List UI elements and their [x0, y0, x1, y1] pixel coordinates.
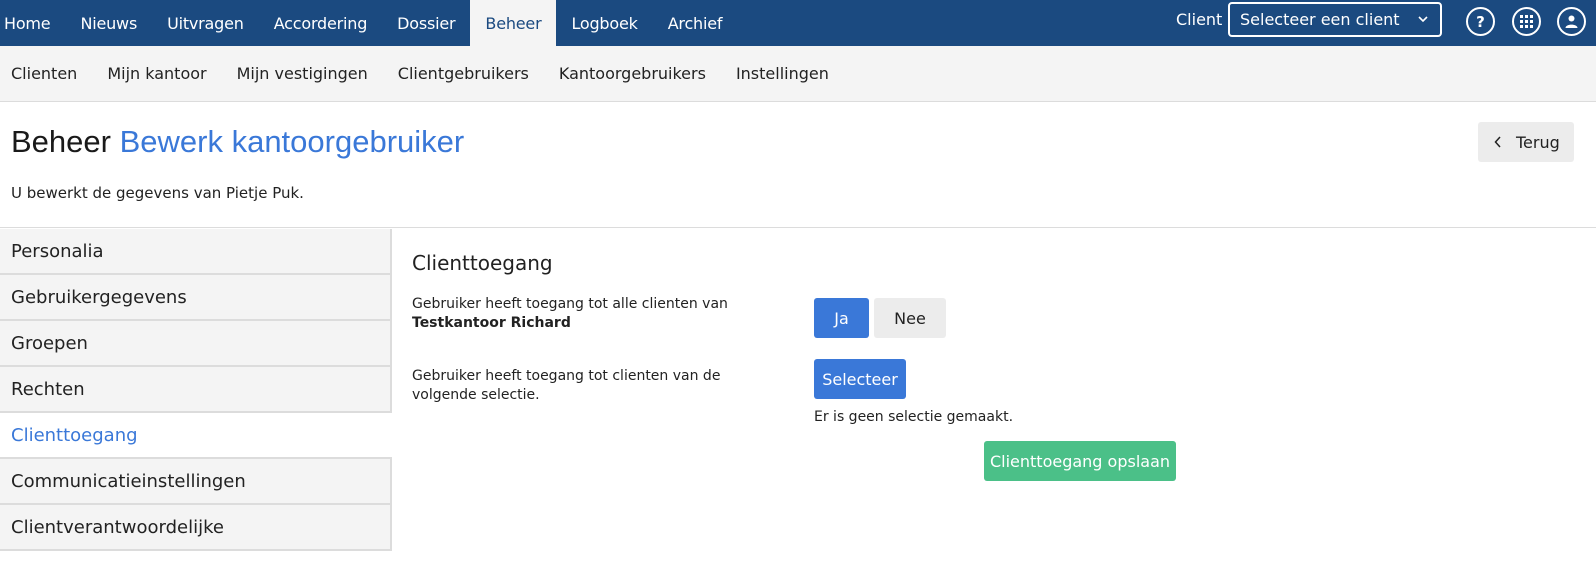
no-selection-text: Er is geen selectie gemaakt.	[814, 409, 1014, 425]
subnav-clientgebruikers[interactable]: Clientgebruikers	[383, 64, 544, 83]
sidebar-item-groepen[interactable]: Groepen	[0, 321, 392, 367]
apps-grid-icon[interactable]	[1512, 7, 1541, 36]
save-clienttoegang-button[interactable]: Clienttoegang opslaan	[984, 441, 1176, 481]
intro-text: U bewerkt de gegevens van Pietje Puk.	[11, 184, 304, 202]
office-name: Testkantoor Richard	[412, 315, 571, 331]
client-select[interactable]: Selecteer een client	[1228, 2, 1442, 37]
selecteer-button[interactable]: Selecteer	[814, 359, 906, 399]
selection-label: Gebruiker heeft toegang tot clienten van…	[412, 368, 721, 403]
client-label: Client	[1176, 9, 1223, 29]
grid-glyph	[1520, 15, 1533, 28]
subnav-clienten[interactable]: Clienten	[0, 64, 92, 83]
client-select-value: Selecteer een client	[1240, 10, 1400, 29]
nee-button[interactable]: Nee	[874, 298, 946, 338]
all-clients-label: Gebruiker heeft toegang tot alle cliente…	[412, 295, 772, 333]
sidebar-item-clientverantwoordelijke[interactable]: Clientverantwoordelijke	[0, 505, 392, 551]
nav-beheer[interactable]: Beheer	[470, 0, 557, 46]
subnav-mijn-kantoor[interactable]: Mijn kantoor	[92, 64, 221, 83]
page-title-sub: Bewerk kantoorgebruiker	[119, 124, 465, 159]
nav-nieuws[interactable]: Nieuws	[65, 0, 152, 46]
subnav-instellingen[interactable]: Instellingen	[721, 64, 844, 83]
clienttoegang-panel: Clienttoegang Gebruiker heeft toegang to…	[392, 229, 1596, 571]
top-navigation-bar: Home Nieuws Uitvragen Accordering Dossie…	[0, 0, 1596, 46]
sidebar-item-gebruikergegevens[interactable]: Gebruikergegevens	[0, 275, 392, 321]
nav-dossier[interactable]: Dossier	[382, 0, 470, 46]
sidebar-item-personalia[interactable]: Personalia	[0, 229, 392, 275]
nav-accordering[interactable]: Accordering	[259, 0, 382, 46]
page-title: Beheer Bewerk kantoorgebruiker	[11, 124, 464, 160]
ja-button[interactable]: Ja	[814, 298, 869, 338]
page-header: Beheer Bewerk kantoorgebruiker Terug U b…	[0, 102, 1596, 228]
subnav-kantoorgebruikers[interactable]: Kantoorgebruikers	[544, 64, 721, 83]
user-glyph	[1565, 15, 1578, 28]
chevron-left-icon	[1494, 136, 1501, 148]
sidebar-item-rechten[interactable]: Rechten	[0, 367, 392, 413]
section-title: Clienttoegang	[412, 251, 553, 275]
user-icon[interactable]	[1557, 7, 1586, 36]
nav-archief[interactable]: Archief	[653, 0, 738, 46]
help-glyph: ?	[1476, 12, 1485, 31]
back-button-label: Terug	[1516, 132, 1560, 152]
nav-logboek[interactable]: Logboek	[556, 0, 652, 46]
sub-navigation: Clienten Mijn kantoor Mijn vestigingen C…	[0, 46, 1596, 102]
help-icon[interactable]: ?	[1466, 7, 1495, 36]
sidebar-item-clienttoegang[interactable]: Clienttoegang	[0, 413, 392, 459]
sidebar-item-communicatieinstellingen[interactable]: Communicatieinstellingen	[0, 459, 392, 505]
all-clients-text: Gebruiker heeft toegang tot alle cliente…	[412, 296, 728, 312]
nav-uitvragen[interactable]: Uitvragen	[152, 0, 259, 46]
back-button[interactable]: Terug	[1478, 122, 1574, 162]
page-title-main: Beheer	[11, 124, 111, 159]
chevron-down-icon	[1418, 16, 1428, 23]
main-menu: Home Nieuws Uitvragen Accordering Dossie…	[0, 0, 737, 46]
nav-home[interactable]: Home	[0, 0, 65, 46]
subnav-mijn-vestigingen[interactable]: Mijn vestigingen	[222, 64, 383, 83]
section-sidebar: Personalia Gebruikergegevens Groepen Rec…	[0, 229, 392, 551]
